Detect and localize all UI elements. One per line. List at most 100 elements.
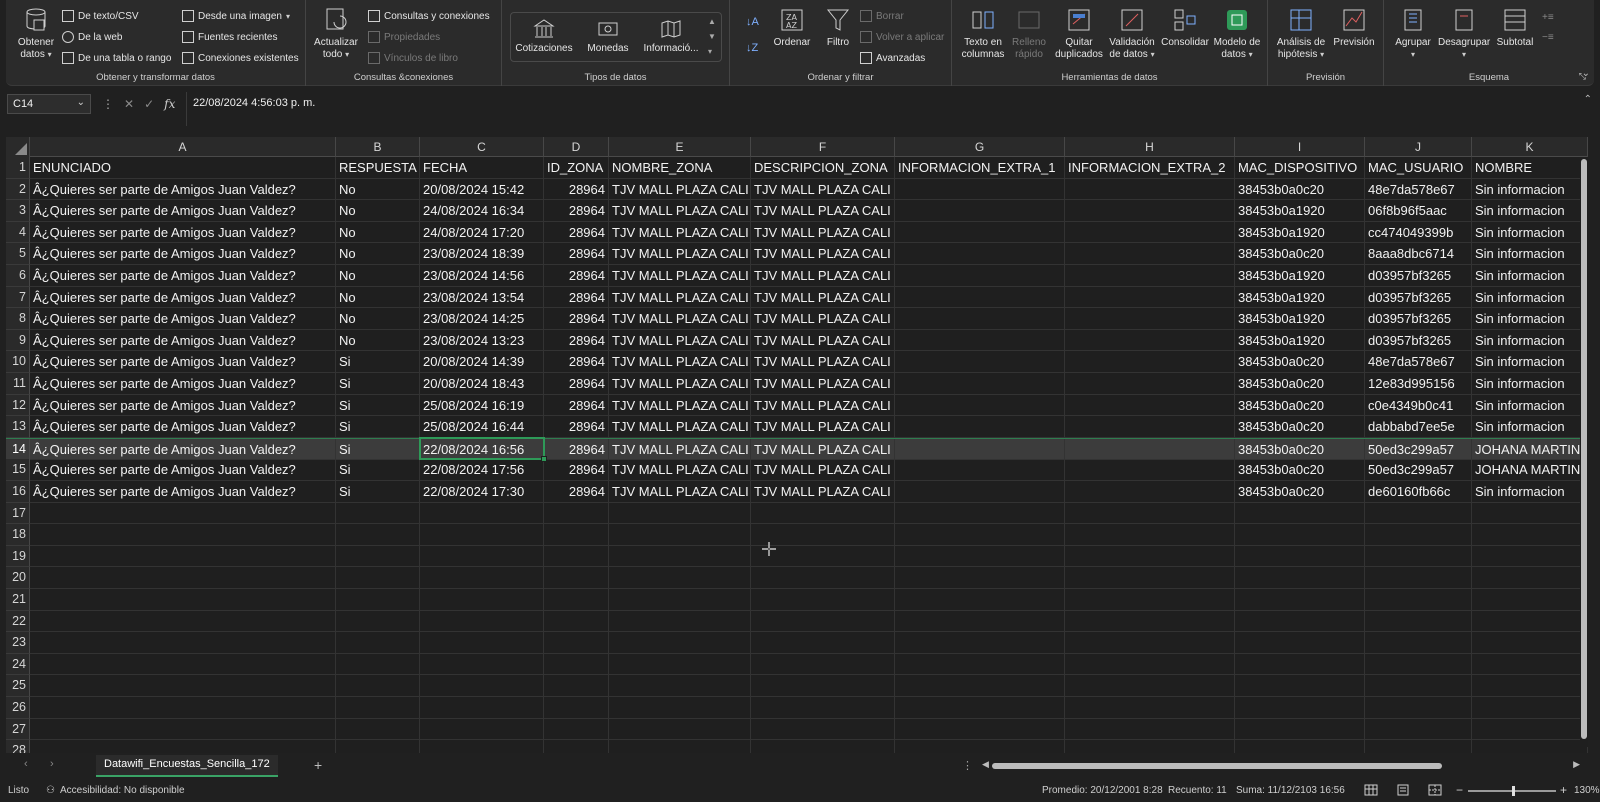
header-cell[interactable]: RESPUESTA xyxy=(336,157,420,179)
cell[interactable] xyxy=(895,545,1065,568)
cell[interactable]: 20/08/2024 15:42 xyxy=(420,178,544,201)
cell[interactable] xyxy=(1065,545,1235,568)
cell[interactable] xyxy=(336,589,420,611)
cell[interactable] xyxy=(336,502,420,525)
cell[interactable]: TJV MALL PLAZA CALI xyxy=(609,308,751,330)
cell[interactable] xyxy=(895,243,1065,265)
cell[interactable] xyxy=(1235,718,1365,741)
row-header[interactable]: 23 xyxy=(6,632,30,654)
horizontal-scroll-thumb[interactable] xyxy=(992,763,1442,769)
sheet-tab-active[interactable]: Datawifi_Encuestas_Sencilla_172 xyxy=(96,755,278,777)
zoom-level[interactable]: 130% xyxy=(1574,785,1600,796)
cell[interactable] xyxy=(895,438,1065,461)
cell[interactable] xyxy=(1065,265,1235,287)
cell[interactable] xyxy=(544,502,609,525)
cell[interactable]: Â¿Quieres ser parte de Amigos Juan Valde… xyxy=(30,286,336,309)
cell[interactable] xyxy=(895,524,1065,546)
row-header[interactable]: 6 xyxy=(6,265,30,287)
column-header-k[interactable]: K xyxy=(1472,137,1588,157)
header-cell[interactable]: FECHA xyxy=(420,157,544,179)
normal-view-icon[interactable] xyxy=(1364,784,1378,796)
cell[interactable] xyxy=(751,718,895,741)
prev-sheet-icon[interactable]: ‹ xyxy=(24,758,28,770)
cell[interactable]: 25/08/2024 16:19 xyxy=(420,394,544,417)
cell[interactable] xyxy=(1065,329,1235,352)
cell[interactable] xyxy=(895,286,1065,309)
cell[interactable]: 38453b0a0c20 xyxy=(1235,394,1365,417)
spreadsheet-grid[interactable]: ABCDEFGHIJK 1 ENUNCIADO RESPUESTA FECHA ID_Z… xyxy=(6,137,1588,753)
cell[interactable] xyxy=(1365,697,1472,719)
row-header[interactable]: 27 xyxy=(6,718,30,741)
cell[interactable] xyxy=(1065,675,1235,697)
cell[interactable] xyxy=(1065,610,1235,633)
cell[interactable] xyxy=(895,265,1065,287)
header-cell[interactable]: MAC_USUARIO xyxy=(1365,157,1472,179)
cell[interactable]: Â¿Quieres ser parte de Amigos Juan Valde… xyxy=(30,200,336,222)
cell[interactable] xyxy=(1235,632,1365,654)
cell[interactable]: 38453b0a1920 xyxy=(1235,329,1365,352)
cell[interactable]: TJV MALL PLAZA CALI xyxy=(751,221,895,244)
refresh-all-button[interactable]: Actualizar todo ▾ xyxy=(312,6,360,61)
cell[interactable] xyxy=(1235,524,1365,546)
row-header[interactable]: 9 xyxy=(6,329,30,352)
cell[interactable] xyxy=(1365,653,1472,676)
cell[interactable] xyxy=(1235,653,1365,676)
row-header[interactable]: 15 xyxy=(6,459,30,481)
vertical-scrollbar[interactable] xyxy=(1580,157,1588,747)
cell[interactable] xyxy=(336,697,420,719)
header-cell[interactable]: DESCRIPCION_ZONA xyxy=(751,157,895,179)
cell[interactable]: Si xyxy=(336,351,420,373)
cell[interactable] xyxy=(336,610,420,633)
column-header-a[interactable]: A xyxy=(30,137,336,157)
cell[interactable] xyxy=(895,221,1065,244)
text-to-columns-button[interactable]: Texto en columnas xyxy=(960,6,1006,61)
cell[interactable]: TJV MALL PLAZA CALI xyxy=(751,481,895,503)
cell[interactable] xyxy=(1065,286,1235,309)
cell[interactable]: TJV MALL PLAZA CALI xyxy=(609,329,751,352)
cell[interactable]: Sin informacion xyxy=(1472,243,1588,265)
cell[interactable]: Sin informacion xyxy=(1472,221,1588,244)
cell[interactable]: Si xyxy=(336,459,420,481)
row-header[interactable]: 5 xyxy=(6,243,30,265)
cell[interactable]: Si xyxy=(336,373,420,395)
accessibility-icon[interactable]: ⚇ xyxy=(46,785,55,796)
row-header[interactable]: 7 xyxy=(6,286,30,309)
cell[interactable] xyxy=(1065,524,1235,546)
cell[interactable]: Â¿Quieres ser parte de Amigos Juan Valde… xyxy=(30,416,336,438)
sort-button[interactable]: ZA AZ Ordenar xyxy=(770,6,814,49)
cell[interactable]: 38453b0a1920 xyxy=(1235,265,1365,287)
sort-az-button[interactable]: ↓A xyxy=(746,14,759,30)
cell[interactable]: Sin informacion xyxy=(1472,329,1588,352)
confirm-icon[interactable]: ✓ xyxy=(144,97,154,111)
cell[interactable] xyxy=(751,653,895,676)
cell[interactable]: TJV MALL PLAZA CALI xyxy=(609,243,751,265)
cell[interactable] xyxy=(1472,740,1588,753)
header-cell[interactable]: INFORMACION_EXTRA_2 xyxy=(1065,157,1235,179)
group-button[interactable]: Agrupar ▾ xyxy=(1390,6,1436,61)
row-header[interactable]: 12 xyxy=(6,394,30,417)
cell[interactable] xyxy=(30,632,336,654)
cell[interactable]: Â¿Quieres ser parte de Amigos Juan Valde… xyxy=(30,221,336,244)
insert-function-icon[interactable]: fx xyxy=(164,97,175,111)
cell[interactable]: Â¿Quieres ser parte de Amigos Juan Valde… xyxy=(30,265,336,287)
cell[interactable] xyxy=(544,610,609,633)
cell[interactable] xyxy=(1065,373,1235,395)
cell[interactable]: 23/08/2024 13:54 xyxy=(420,286,544,309)
cell[interactable]: 28964 xyxy=(544,200,609,222)
existing-connections-button[interactable]: Conexiones existentes xyxy=(182,50,299,66)
cell[interactable] xyxy=(1472,675,1588,697)
cell[interactable]: TJV MALL PLAZA CALI xyxy=(751,351,895,373)
advanced-filter-button[interactable]: Avanzadas xyxy=(860,50,925,66)
cell[interactable]: 50ed3c299a57 xyxy=(1365,438,1472,461)
cell[interactable] xyxy=(751,740,895,753)
cell[interactable] xyxy=(751,610,895,633)
cell[interactable] xyxy=(336,545,420,568)
header-cell[interactable]: ENUNCIADO xyxy=(30,157,336,179)
cell[interactable]: No xyxy=(336,178,420,201)
cell[interactable]: Si xyxy=(336,416,420,438)
cell[interactable] xyxy=(751,632,895,654)
cell[interactable] xyxy=(609,675,751,697)
more-icon[interactable]: ⋮ xyxy=(102,97,114,111)
scroll-right-icon[interactable]: ▶ xyxy=(1573,759,1580,770)
cell[interactable] xyxy=(1065,481,1235,503)
